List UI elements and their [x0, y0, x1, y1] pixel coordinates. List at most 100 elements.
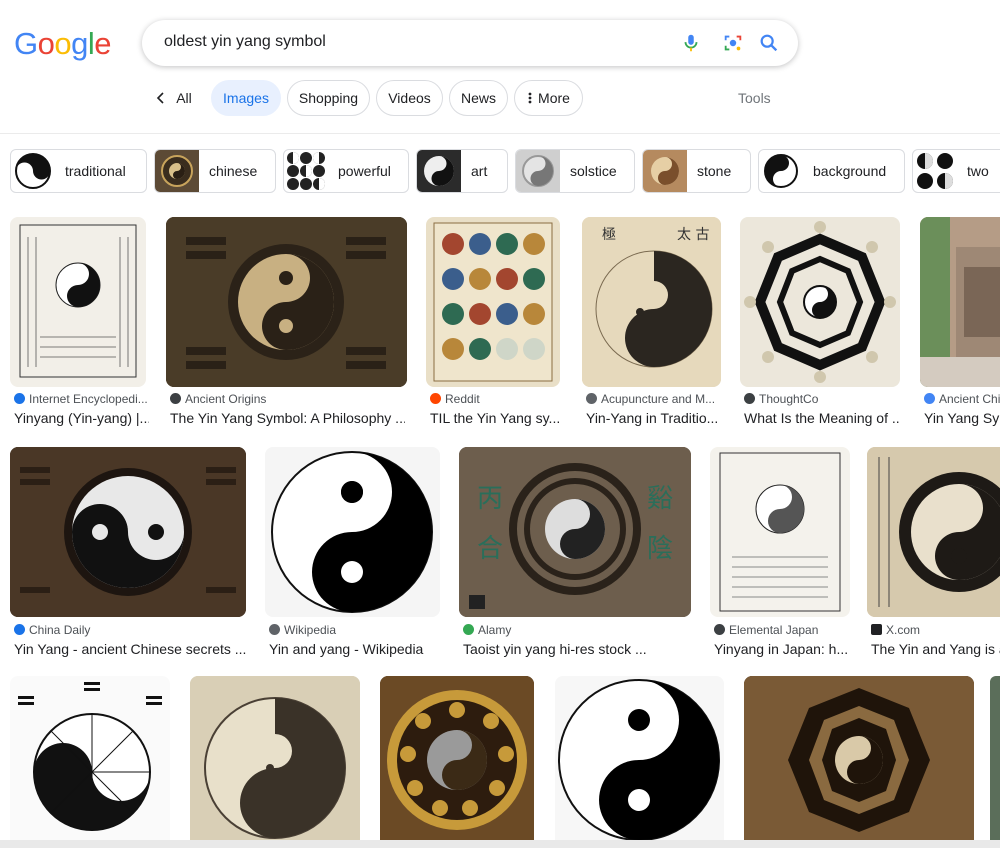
image-result[interactable]: [190, 676, 362, 840]
stone-thumbnail-icon: [643, 150, 687, 192]
chip-traditional[interactable]: traditional: [10, 149, 147, 193]
image-result[interactable]: Ancient Chi Yin Yang Syn: [920, 217, 1000, 432]
result-title[interactable]: Yin Yang - ancient Chinese secrets ...: [14, 641, 246, 657]
microphone-icon[interactable]: [680, 32, 702, 54]
source-favicon-icon: [463, 624, 474, 635]
image-result[interactable]: [10, 676, 170, 840]
search-box[interactable]: [142, 20, 798, 66]
cropped-image-result[interactable]: [990, 676, 1000, 840]
source-name: Internet Encyclopedi...: [29, 392, 148, 406]
header-divider: [0, 133, 1000, 134]
result-source[interactable]: Alamy: [463, 623, 691, 637]
svg-text:合: 合: [477, 534, 503, 564]
image-result[interactable]: [380, 676, 536, 840]
source-name: Ancient Chi: [939, 392, 1000, 406]
tab-all[interactable]: All: [148, 80, 198, 116]
result-thumbnail: 極太 古: [582, 217, 721, 387]
result-source[interactable]: Ancient Chi: [924, 392, 1000, 406]
image-result[interactable]: Reddit TIL the Yin Yang sy...: [426, 217, 564, 432]
logo-letter: o: [37, 26, 55, 61]
result-thumbnail: [555, 676, 724, 840]
tab-label: News: [460, 90, 496, 106]
result-source[interactable]: Reddit: [430, 392, 560, 406]
result-thumbnail: 丙 合 谿 陰: [459, 447, 691, 617]
svg-text:太 古: 太 古: [677, 227, 709, 243]
yin-yang-grid-thumbnail-icon: [284, 150, 328, 192]
image-result[interactable]: Internet Encyclopedi... Yinyang (Yin-yan…: [10, 217, 152, 432]
result-title[interactable]: Yinyang (Yin-yang) |...: [14, 410, 149, 426]
chevron-left-icon: [157, 92, 164, 104]
image-result[interactable]: Ancient Origins The Yin Yang Symbol: A P…: [166, 217, 411, 432]
tab-images[interactable]: Images: [211, 80, 281, 116]
result-title[interactable]: Yinyang in Japan: h...: [714, 641, 852, 657]
search-icon[interactable]: [758, 32, 780, 54]
tools-button[interactable]: Tools: [738, 90, 771, 106]
tab-videos[interactable]: Videos: [376, 80, 443, 116]
result-title[interactable]: The Yin and Yang is a: [871, 641, 1000, 657]
logo-letter: G: [14, 26, 38, 61]
bottom-status-bar: [0, 840, 1000, 848]
chip-solstice[interactable]: solstice: [515, 149, 635, 193]
image-result[interactable]: 極 太 古 Acupuncture and M... Yin-Yang in Tr…: [582, 217, 724, 432]
result-source[interactable]: Internet Encyclopedi...: [14, 392, 149, 406]
result-thumbnail: [744, 676, 974, 840]
result-title[interactable]: Yin-Yang in Traditio...: [586, 410, 720, 426]
image-result[interactable]: China Daily Yin Yang - ancient Chinese s…: [10, 447, 250, 662]
google-logo[interactable]: Google: [14, 26, 112, 62]
chip-background[interactable]: background: [758, 149, 905, 193]
source-favicon-icon: [924, 393, 935, 404]
image-result[interactable]: [744, 676, 976, 840]
result-thumbnail: [380, 676, 534, 840]
image-result[interactable]: 丙 合 谿 陰 Alamy Taoist yin yang hi-res sto…: [459, 447, 694, 662]
source-name: Alamy: [478, 623, 512, 637]
image-result[interactable]: [555, 676, 725, 840]
result-thumbnail: [10, 676, 170, 840]
lens-camera-icon[interactable]: [722, 32, 744, 54]
chip-label: powerful: [338, 163, 391, 179]
result-source[interactable]: Elemental Japan: [714, 623, 852, 637]
tab-news[interactable]: News: [449, 80, 508, 116]
result-source[interactable]: China Daily: [14, 623, 246, 637]
tab-more[interactable]: More: [514, 80, 583, 116]
result-title[interactable]: What Is the Meaning of ...: [744, 410, 900, 426]
chip-label: stone: [697, 163, 732, 179]
result-source[interactable]: Acupuncture and M...: [586, 392, 720, 406]
chip-powerful[interactable]: powerful: [283, 149, 409, 193]
source-name: Ancient Origins: [185, 392, 267, 406]
svg-text:谿: 谿: [647, 484, 673, 514]
result-source[interactable]: Ancient Origins: [170, 392, 405, 406]
image-result[interactable]: Elemental Japan Yinyang in Japan: h...: [710, 447, 852, 662]
source-name: X.com: [886, 623, 921, 637]
result-thumbnail: [10, 217, 146, 387]
result-source[interactable]: X.com: [871, 623, 1000, 637]
result-title[interactable]: Yin Yang Syn: [924, 410, 1000, 426]
chip-label: chinese: [209, 163, 258, 179]
image-result[interactable]: ThoughtCo What Is the Meaning of ...: [740, 217, 904, 432]
svg-text:陰: 陰: [647, 534, 673, 564]
result-title[interactable]: The Yin Yang Symbol: A Philosophy ...: [170, 410, 405, 426]
result-thumbnail: [166, 217, 407, 387]
source-name: Wikipedia: [284, 623, 337, 637]
tab-shopping[interactable]: Shopping: [287, 80, 370, 116]
solstice-thumbnail-icon: [516, 150, 560, 192]
result-title[interactable]: TIL the Yin Yang sy...: [430, 410, 560, 426]
image-result[interactable]: Wikipedia Yin and yang - Wikipedia: [265, 447, 445, 662]
chip-label: two: [967, 163, 989, 179]
result-thumbnail: [265, 447, 440, 617]
logo-letter: e: [94, 26, 112, 61]
chip-two[interactable]: two: [912, 149, 1000, 193]
tab-label: Shopping: [298, 90, 359, 106]
chip-stone[interactable]: stone: [642, 149, 751, 193]
result-title[interactable]: Yin and yang - Wikipedia: [269, 641, 441, 657]
result-thumbnail: [710, 447, 850, 617]
source-favicon-icon: [14, 393, 25, 404]
image-result[interactable]: X.com The Yin and Yang is a: [867, 447, 1000, 662]
result-title[interactable]: Taoist yin yang hi-res stock ...: [463, 641, 691, 657]
search-input[interactable]: [162, 32, 666, 52]
result-source[interactable]: ThoughtCo: [744, 392, 900, 406]
result-source[interactable]: Wikipedia: [269, 623, 441, 637]
chip-art[interactable]: art: [416, 149, 508, 193]
chip-chinese[interactable]: chinese: [154, 149, 276, 193]
tab-label: All: [176, 90, 192, 106]
source-name: Reddit: [445, 392, 480, 406]
